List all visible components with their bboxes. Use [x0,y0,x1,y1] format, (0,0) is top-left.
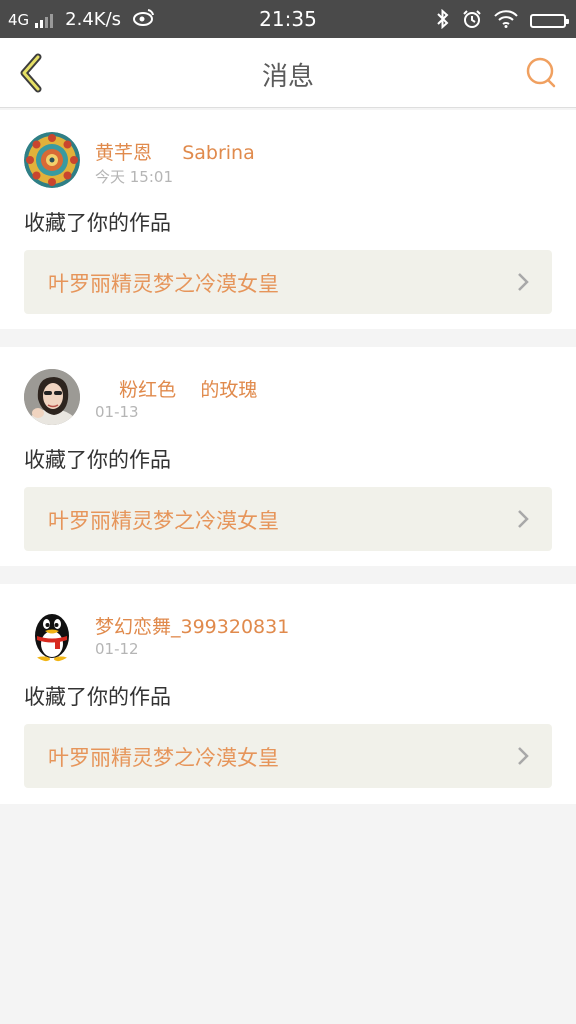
message-time: 01-13 [95,403,139,421]
status-right [436,8,569,33]
bluetooth-icon [436,8,450,33]
message-card: 梦幻恋舞_399320831 01-12 收藏了你的作品 叶罗丽精灵梦之冷漠女皇 [0,584,576,804]
avatar[interactable] [24,369,80,425]
chevron-right-icon [518,273,529,291]
message-card: 粉红色 的玫瑰 01-13 收藏了你的作品 叶罗丽精灵梦之冷漠女皇 [0,347,576,566]
status-bar: 4G 2.4K/s 21:35 [0,0,576,38]
battery-icon [530,14,569,28]
page-title: 消息 [261,62,314,92]
work-link[interactable]: 叶罗丽精灵梦之冷漠女皇 [24,487,552,551]
search-button[interactable] [522,54,560,92]
alarm-icon [462,9,482,33]
work-link[interactable]: 叶罗丽精灵梦之冷漠女皇 [24,250,552,314]
action-text: 收藏了你的作品 [24,685,171,709]
wifi-icon [494,10,518,32]
work-title: 叶罗丽精灵梦之冷漠女皇 [48,509,279,533]
work-title: 叶罗丽精灵梦之冷漠女皇 [48,746,279,770]
sender-name[interactable]: 粉红色 的玫瑰 [95,375,257,402]
work-link[interactable]: 叶罗丽精灵梦之冷漠女皇 [24,724,552,788]
search-icon [526,57,556,88]
message-time: 01-12 [95,640,139,658]
action-text: 收藏了你的作品 [24,211,171,235]
empty-area [0,804,576,1024]
sender-name[interactable]: 梦幻恋舞_399320831 [95,612,289,639]
message-card: 黄芊恩 Sabrina 今天 15:01 收藏了你的作品 叶罗丽精灵梦之冷漠女皇 [0,110,576,329]
portrait-avatar-icon [24,369,80,425]
chevron-right-icon [518,747,529,765]
navbar: 消息 [0,38,576,108]
chevron-right-icon [518,510,529,528]
mandala-avatar-icon [24,132,80,188]
action-text: 收藏了你的作品 [24,448,171,472]
message-time: 今天 15:01 [95,168,173,186]
avatar[interactable] [24,132,80,188]
qq-penguin-avatar-icon [24,606,80,662]
work-title: 叶罗丽精灵梦之冷漠女皇 [48,272,279,296]
avatar[interactable] [24,606,80,662]
sender-name[interactable]: 黄芊恩 Sabrina [95,138,255,165]
